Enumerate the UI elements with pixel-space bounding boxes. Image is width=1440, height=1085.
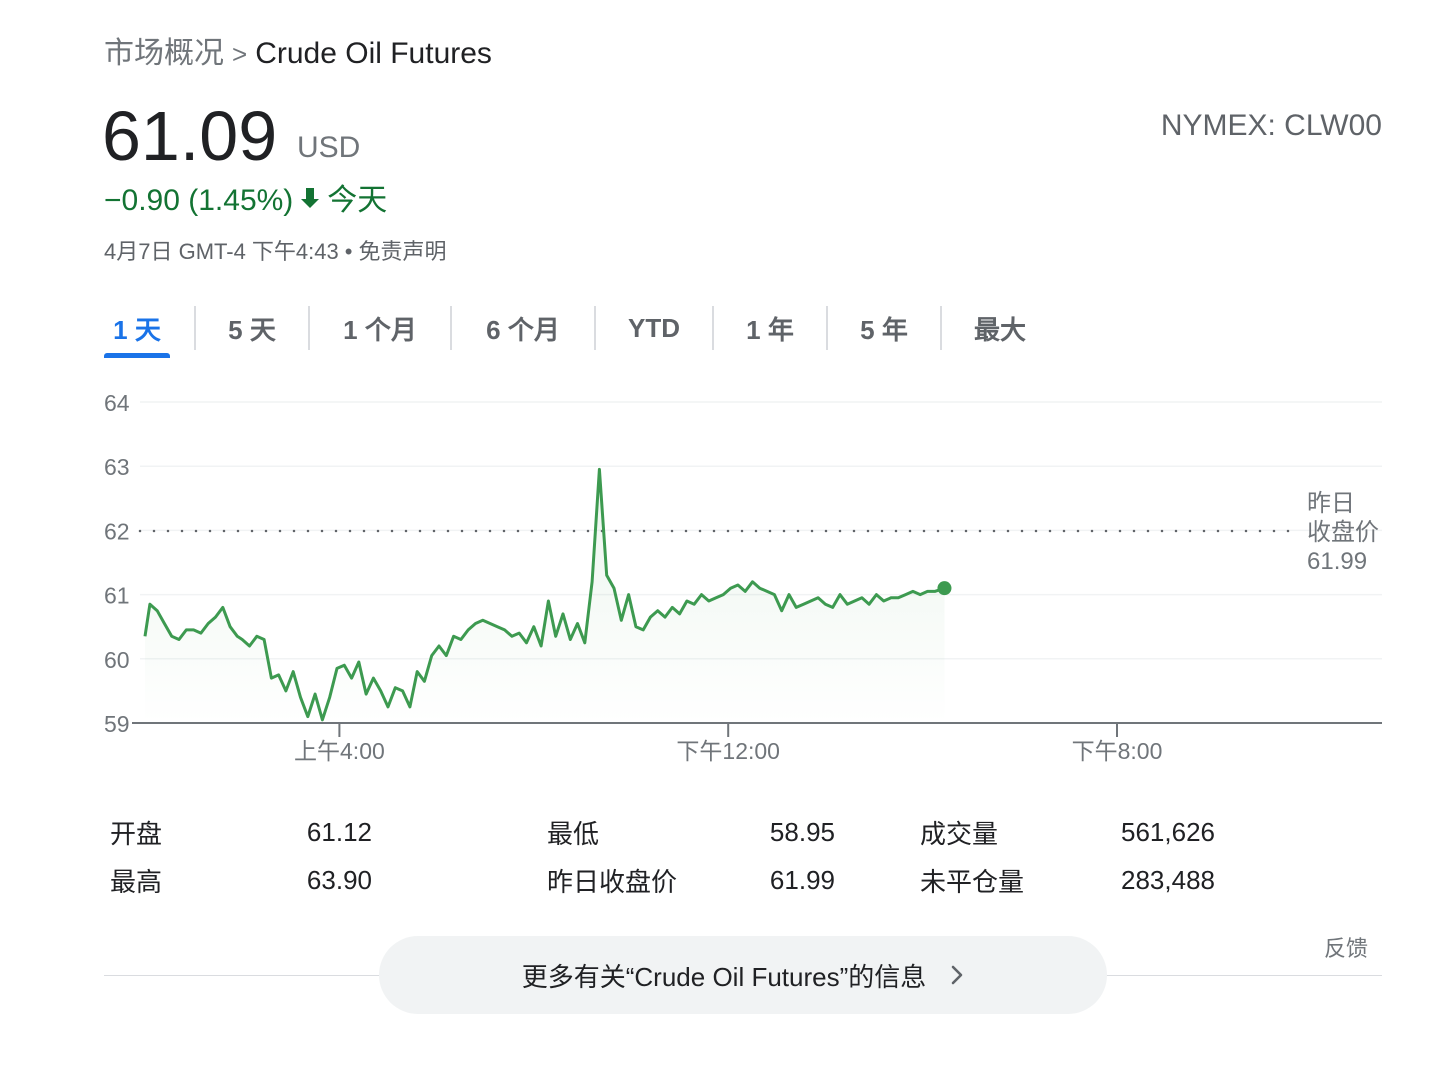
price-value: 61.09 [102,97,278,175]
quote-timestamp: 4月7日 GMT-4 下午4:43 [104,239,339,264]
tab-max[interactable]: 最大 [942,304,1058,352]
previous-close-label: 昨日 收盘价 61.99 [1307,490,1379,575]
key-stats-table: 开盘 61.12 最低 58.95 成交量 561,626 最高 63.90 昨… [110,808,1340,904]
y-tick-label: 59 [104,711,130,737]
price-chart[interactable]: 64 63 62 61 60 59 上午4:00 下午12:00 下午8:00 昨日 收盘价 … [0,380,1440,780]
tab-1-day[interactable]: 1 天 [104,304,170,358]
stat-open-value: 61.12 [306,816,372,847]
more-info-label: 更多有关“Crude Oil Futures”的信息 [521,961,927,992]
y-tick-label: 63 [104,454,130,480]
arrow-down-icon [299,181,321,221]
time-range-tabs: 1 天 5 天 1 个月 6 个月 YTD 1 年 5 年 最大 [104,304,1058,358]
stats-row: 开盘 61.12 最低 58.95 成交量 561,626 [110,808,1340,856]
feedback-link[interactable]: 反馈 [1324,934,1368,964]
breadcrumb-parent-link[interactable]: 市场概况 [104,37,224,70]
stat-prev-close-value: 61.99 [769,864,835,895]
price-area-fill [145,469,945,723]
stat-open-interest-value: 283,488 [1121,864,1215,895]
y-tick-label: 61 [104,583,130,609]
x-tick-label: 上午4:00 [294,738,385,764]
last-price-marker [937,581,952,596]
stat-high-label: 最高 [110,866,163,897]
breadcrumb-separator: > [232,39,248,69]
quote-timestamp-row: 4月7日 GMT-4 下午4:43 • 免责声明 [104,237,446,267]
previous-close-label-line1: 昨日 [1307,490,1355,517]
price-change: −0.90 (1.45%) 今天 [104,181,387,221]
stat-low-value: 58.95 [769,816,835,847]
price-change-value: −0.90 (1.45%) [104,184,294,217]
x-tick-label: 下午8:00 [1072,738,1163,764]
previous-close-value: 61.99 [1307,548,1367,575]
price-change-period: 今天 [327,184,388,217]
x-axis-ticks: 上午4:00 下午12:00 下午8:00 [294,723,1162,764]
stat-open-label: 开盘 [110,818,163,849]
separator-dot: • [344,239,353,264]
tab-1-month[interactable]: 1 个月 [310,304,450,352]
y-tick-label: 60 [104,647,130,673]
stat-low-label: 最低 [547,818,600,849]
breadcrumb-current: Crude Oil Futures [255,37,492,70]
y-tick-label: 64 [104,390,130,416]
breadcrumb: 市场概况 > Crude Oil Futures [104,34,492,74]
chevron-right-icon [950,964,964,986]
disclaimer-link[interactable]: 免责声明 [358,239,446,264]
stat-high-value: 63.90 [306,864,372,895]
tab-6-months[interactable]: 6 个月 [452,304,594,352]
stat-volume-label: 成交量 [920,818,999,849]
previous-close-label-line2: 收盘价 [1307,519,1379,546]
more-info-button[interactable]: 更多有关“Crude Oil Futures”的信息 [379,936,1107,1014]
tab-ytd[interactable]: YTD [596,304,712,352]
tab-1-year[interactable]: 1 年 [714,304,826,352]
y-tick-label: 62 [104,518,130,544]
stats-row: 最高 63.90 昨日收盘价 61.99 未平仓量 283,488 [110,856,1340,904]
tab-5-days[interactable]: 5 天 [196,304,308,352]
stat-prev-close-label: 昨日收盘价 [547,866,678,897]
tab-5-years[interactable]: 5 年 [828,304,940,352]
exchange-symbol: NYMEX: CLW00 [1160,109,1382,142]
y-axis-ticks: 64 63 62 61 60 59 [104,390,130,737]
stat-open-interest-label: 未平仓量 [920,866,1025,897]
stat-volume-value: 561,626 [1121,816,1215,847]
x-tick-label: 下午12:00 [676,738,780,764]
currency-label: USD [297,131,361,164]
